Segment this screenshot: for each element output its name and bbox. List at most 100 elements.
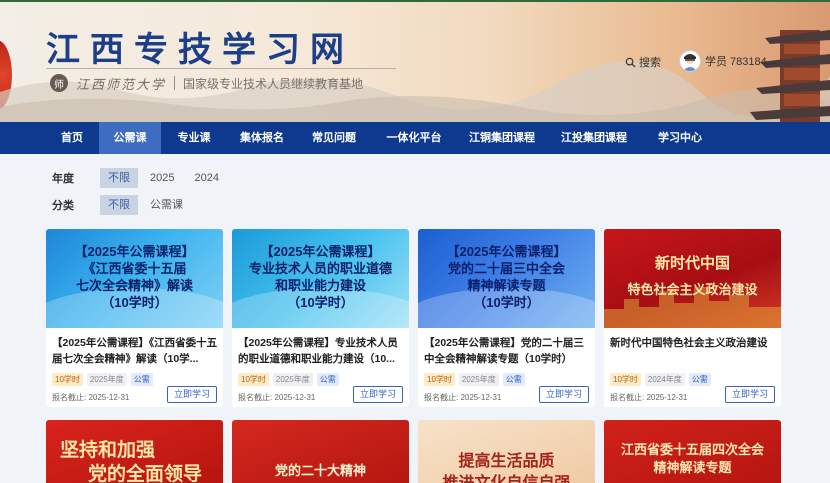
search-icon xyxy=(625,57,636,68)
category-option-public[interactable]: 公需课 xyxy=(142,195,191,215)
course-card[interactable]: 【2025年公需课程】 党的二十届三中全会 精神解读专题 （10学时） 【202… xyxy=(418,229,595,407)
course-tags: 10学时 2025年度 公需 xyxy=(424,373,529,386)
thumbnail-line: 精神解读专题 xyxy=(653,461,732,476)
start-learning-button[interactable]: 立即学习 xyxy=(538,386,589,403)
thumbnail-title: 新时代中国 特色社会主义政治建设 xyxy=(604,249,781,305)
year-badge: 2025年度 xyxy=(86,373,127,386)
course-thumbnail[interactable]: 【2025年公需课程】 党的二十届三中全会 精神解读专题 （10学时） xyxy=(418,229,595,328)
course-thumbnail[interactable]: 【2025年公需课程】 《江西省委十五届 七次全会精神》解读 （10学时） xyxy=(46,229,223,328)
search-label: 搜索 xyxy=(639,57,661,69)
search-button[interactable]: 搜索 xyxy=(625,54,661,70)
course-card[interactable]: 【2025年公需课程】 《江西省委十五届 七次全会精神》解读 （10学时） 【2… xyxy=(46,229,223,407)
thumbnail-title: 江西省委十五届四次全会 精神解读专题 xyxy=(604,442,781,478)
thumbnail-title: 【2025年公需课程】 《江西省委十五届 七次全会精神》解读 （10学时） xyxy=(46,243,223,311)
thumbnail-title: 提高生活品质 推进文化自信自强 xyxy=(418,450,595,483)
thumbnail-title: 坚持和加强 党的全面领导 xyxy=(46,438,223,483)
thumbnail-line: 七次全会精神》解读 xyxy=(75,278,193,293)
university-name: 江西师范大学 xyxy=(76,77,167,93)
nav-item-jiangtong-courses[interactable]: 江铜集团课程 xyxy=(458,122,546,154)
year-option-2025[interactable]: 2025 xyxy=(142,168,182,188)
course-card[interactable]: 党的二十大精神 xyxy=(232,420,409,483)
site-subtitle: 国家级专业技术人员继续教育基地 xyxy=(183,76,364,91)
nav-item-faq[interactable]: 常见问题 xyxy=(300,122,368,154)
course-title[interactable]: 新时代中国特色社会主义政治建设 xyxy=(610,335,776,367)
thumbnail-line: 坚持和加强 xyxy=(60,439,156,461)
year-option-all[interactable]: 不限 xyxy=(100,168,138,188)
hours-badge: 10学时 xyxy=(238,373,269,386)
thumbnail-line: 精神解读专题 xyxy=(467,278,546,293)
course-title[interactable]: 【2025年公需课程】专业技术人员的职业道德和职业能力建设（10... xyxy=(238,335,404,367)
category-filter: 分类 不限 公需课 xyxy=(52,195,195,215)
nav-item-home[interactable]: 首页 xyxy=(46,122,98,154)
course-tags: 10学时 2024年度 公需 xyxy=(610,373,715,386)
thumbnail-line: 《江西省委十五届 xyxy=(82,261,187,276)
title-divider xyxy=(46,68,396,69)
nav-item-jiangtou-courses[interactable]: 江投集团课程 xyxy=(550,122,638,154)
hours-badge: 10学时 xyxy=(424,373,455,386)
thumbnail-line: 推进文化自信自强 xyxy=(442,473,571,483)
main-nav: 首页 公需课 专业课 集体报名 常见问题 一体化平台 江铜集团课程 江投集团课程… xyxy=(0,122,830,154)
course-card[interactable]: 坚持和加强 党的全面领导 xyxy=(46,420,223,483)
course-card[interactable]: 江西省委十五届四次全会 精神解读专题 xyxy=(604,420,781,483)
year-filter-label: 年度 xyxy=(52,173,74,185)
start-learning-button[interactable]: 立即学习 xyxy=(166,386,217,403)
header-banner: 江西专技学习网 师 江西师范大学 国家级专业技术人员继续教育基地 搜索 学员 7… xyxy=(0,0,830,122)
university-logo-row: 师 江西师范大学 国家级专业技术人员继续教育基地 xyxy=(50,74,364,93)
start-learning-button[interactable]: 立即学习 xyxy=(352,386,403,403)
thumbnail-line: （10学时） xyxy=(287,295,354,310)
year-badge: 2025年度 xyxy=(458,373,499,386)
signup-deadline: 报名截止: 2025-12-31 xyxy=(424,393,502,402)
course-card[interactable]: 新时代中国 特色社会主义政治建设 新时代中国特色社会主义政治建设 10学时 20… xyxy=(604,229,781,407)
thumbnail-title: 【2025年公需课程】 专业技术人员的职业道德 和职业能力建设 （10学时） xyxy=(232,243,409,311)
user-menu[interactable]: 学员 783184 ⌄ xyxy=(679,50,777,72)
chevron-down-icon: ⌄ xyxy=(769,55,778,66)
course-thumbnail[interactable]: 新时代中国 特色社会主义政治建设 xyxy=(604,229,781,328)
category-option-all[interactable]: 不限 xyxy=(100,195,138,215)
hours-badge: 10学时 xyxy=(610,373,641,386)
course-card[interactable]: 提高生活品质 推进文化自信自强 xyxy=(418,420,595,483)
user-name: 学员 783184 xyxy=(705,56,767,68)
thumbnail-line: 【2025年公需课程】 xyxy=(74,244,195,259)
nav-item-platform[interactable]: 一体化平台 xyxy=(374,122,454,154)
signup-deadline: 报名截止: 2025-12-31 xyxy=(238,393,316,402)
course-tags: 10学时 2025年度 公需 xyxy=(238,373,343,386)
thumbnail-line: 党的二十届三中全会 xyxy=(447,261,565,276)
year-badge: 2024年度 xyxy=(644,373,685,386)
type-badge: 公需 xyxy=(688,373,711,386)
thumbnail-title: 党的二十大精神 xyxy=(232,460,409,479)
thumbnail-line: （10学时） xyxy=(473,295,540,310)
course-thumbnail[interactable]: 【2025年公需课程】 专业技术人员的职业道德 和职业能力建设 （10学时） xyxy=(232,229,409,328)
thumbnail-title: 【2025年公需课程】 党的二十届三中全会 精神解读专题 （10学时） xyxy=(418,243,595,311)
type-badge: 公需 xyxy=(502,373,525,386)
user-avatar-icon xyxy=(683,54,697,71)
nav-item-learning-center[interactable]: 学习中心 xyxy=(642,122,718,154)
nav-item-group-signup[interactable]: 集体报名 xyxy=(228,122,296,154)
logo-divider xyxy=(174,76,176,90)
thumbnail-line: 【2025年公需课程】 xyxy=(446,244,567,259)
avatar xyxy=(679,50,701,72)
thumbnail-line: 党的二十大精神 xyxy=(274,464,366,479)
hours-badge: 10学时 xyxy=(52,373,83,386)
start-learning-button[interactable]: 立即学习 xyxy=(724,386,775,403)
course-title[interactable]: 【2025年公需课程】《江西省委十五届七次全会精神》解读（10学... xyxy=(52,335,218,367)
course-tags: 10学时 2025年度 公需 xyxy=(52,373,157,386)
thumbnail-line: 江西省委十五届四次全会 xyxy=(620,443,764,458)
course-card[interactable]: 【2025年公需课程】 专业技术人员的职业道德 和职业能力建设 （10学时） 【… xyxy=(232,229,409,407)
nav-item-professional-courses[interactable]: 专业课 xyxy=(163,122,225,154)
top-accent-line xyxy=(0,0,830,2)
thumbnail-line: 党的全面领导 xyxy=(88,463,203,483)
thumbnail-line: 提高生活品质 xyxy=(458,451,555,470)
type-badge: 公需 xyxy=(316,373,339,386)
thumbnail-line: 新时代中国 xyxy=(654,254,730,272)
nav-item-public-courses[interactable]: 公需课 xyxy=(99,122,161,154)
type-badge: 公需 xyxy=(130,373,153,386)
thumbnail-line: 专业技术人员的职业道德 xyxy=(248,261,392,276)
thumbnail-line: 特色社会主义政治建设 xyxy=(627,283,758,298)
signup-deadline: 报名截止: 2025-12-31 xyxy=(610,393,688,402)
site-title[interactable]: 江西专技学习网 xyxy=(46,22,354,71)
thumbnail-line: （10学时） xyxy=(101,295,168,310)
year-filter: 年度 不限 2025 2024 xyxy=(52,168,231,188)
year-option-2024[interactable]: 2024 xyxy=(186,168,226,188)
course-title[interactable]: 【2025年公需课程】党的二十届三中全会精神解读专题（10学时） xyxy=(424,335,590,367)
year-badge: 2025年度 xyxy=(272,373,313,386)
